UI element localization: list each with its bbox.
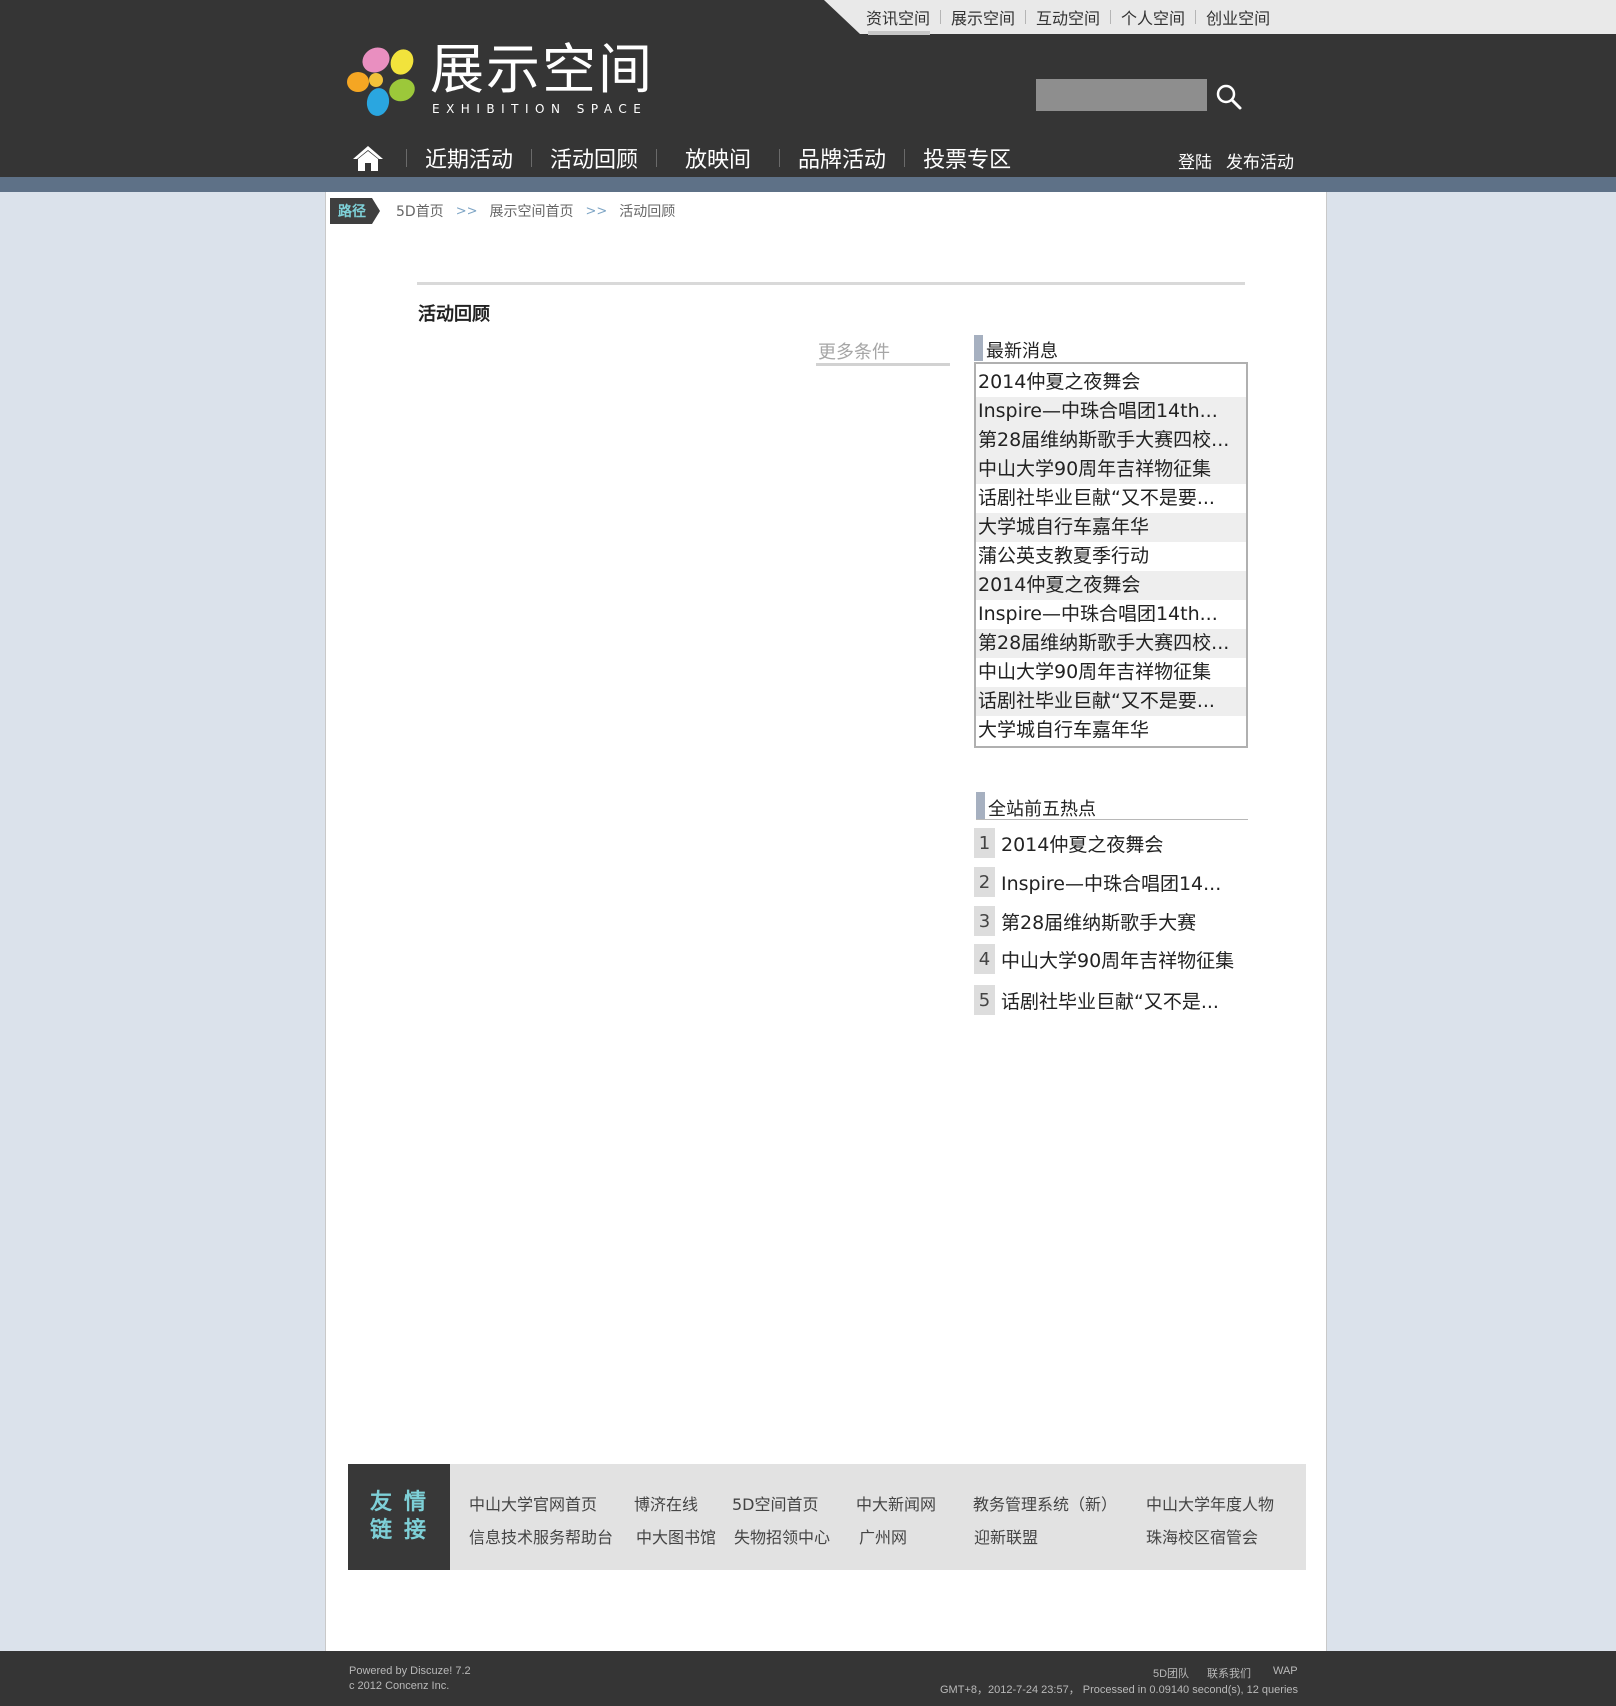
rank-number: 3 — [974, 906, 995, 936]
main-nav-item-screening[interactable]: 放映间 — [657, 142, 779, 174]
breadcrumb-current: 活动回顾 — [619, 204, 676, 220]
hot-item[interactable]: 2 Inspire—中珠合唱团14... — [974, 867, 1221, 897]
news-item[interactable]: 话剧社毕业巨献“又不是要... — [976, 484, 1246, 513]
user-links: 登陆 发布活动 — [1178, 148, 1294, 173]
header-stripe — [0, 177, 1616, 192]
powered-by-text: Powered by Discuze! 7.2 — [349, 1665, 471, 1677]
friend-link[interactable]: 中大新闻网 — [856, 1491, 936, 1515]
search-input[interactable] — [1036, 79, 1207, 111]
copyright-text: c 2012 Concenz Inc. — [349, 1680, 450, 1692]
news-item[interactable]: 大学城自行车嘉年华 — [976, 513, 1246, 542]
hot-item[interactable]: 3 第28届维纳斯歌手大赛 — [974, 906, 1196, 936]
news-item[interactable]: 大学城自行车嘉年华 — [976, 716, 1246, 745]
friend-link[interactable]: 博济在线 — [634, 1491, 698, 1515]
news-item[interactable]: 中山大学90周年吉祥物征集 — [976, 455, 1246, 484]
news-item[interactable]: 第28届维纳斯歌手大赛四校... — [976, 629, 1246, 658]
rank-number: 1 — [974, 828, 995, 858]
friend-links-tag-line: 友情 — [369, 1490, 438, 1515]
news-item[interactable]: 2014仲夏之夜舞会 — [976, 368, 1246, 397]
main-content: 路径 5D首页 >> 展示空间首页 >> 活动回顾 活动回顾 更多条件 最新消息… — [325, 192, 1327, 1651]
publish-activity-link[interactable]: 发布活动 — [1226, 148, 1294, 173]
friend-links-tag-line: 链接 — [369, 1518, 438, 1543]
rank-number: 4 — [974, 944, 995, 974]
main-nav-item-recent[interactable]: 近期活动 — [407, 142, 531, 174]
hot-item-title: 话剧社毕业巨献“又不是... — [1001, 990, 1219, 1013]
friend-link[interactable]: 广州网 — [859, 1524, 907, 1548]
breadcrumb-tag: 路径 — [330, 198, 380, 224]
news-item[interactable]: Inspire—中珠合唱团14th... — [976, 397, 1246, 426]
news-item[interactable]: 话剧社毕业巨献“又不是要... — [976, 687, 1246, 716]
news-item[interactable]: 蒲公英支教夏季行动 — [976, 542, 1246, 571]
top-five-header: 全站前五热点 — [976, 792, 1248, 820]
footer-link-team[interactable]: 5D团队 — [1153, 1665, 1189, 1681]
home-icon[interactable] — [352, 143, 386, 173]
rank-number: 2 — [974, 867, 995, 897]
news-item[interactable]: Inspire—中珠合唱团14th... — [976, 600, 1246, 629]
latest-news-list: 2014仲夏之夜舞会 Inspire—中珠合唱团14th... 第28届维纳斯歌… — [974, 362, 1248, 748]
site-footer: Powered by Discuze! 7.2 c 2012 Concenz I… — [0, 1651, 1616, 1706]
login-link[interactable]: 登陆 — [1178, 148, 1212, 173]
latest-news-title: 最新消息 — [986, 341, 1058, 362]
friend-link[interactable]: 中山大学官网首页 — [469, 1491, 597, 1515]
server-status-text: GMT+8，2012-7-24 23:57， Processed in 0.09… — [940, 1684, 1299, 1696]
top-nav-item-info[interactable]: 资讯空间 — [866, 5, 940, 35]
page-title: 活动回顾 — [418, 304, 490, 325]
friend-link[interactable]: 迎新联盟 — [974, 1524, 1038, 1548]
news-item[interactable]: 第28届维纳斯歌手大赛四校... — [976, 426, 1246, 455]
title-marker — [974, 335, 983, 361]
top-nav: 资讯空间 展示空间 互动空间 个人空间 创业空间 — [866, 4, 1280, 35]
friend-links-tag: 友情 链接 — [348, 1464, 450, 1570]
friend-link[interactable]: 失物招领中心 — [734, 1524, 830, 1548]
hot-item[interactable]: 4 中山大学90周年吉祥物征集 — [974, 944, 1234, 974]
search-icon[interactable] — [1214, 82, 1244, 112]
friend-link[interactable]: 中大图书馆 — [636, 1524, 716, 1548]
site-header: 资讯空间 展示空间 互动空间 个人空间 创业空间 展示空间 EXHIBITION… — [0, 0, 1616, 177]
top-nav-item-startup[interactable]: 创业空间 — [1196, 5, 1280, 29]
title-marker — [976, 792, 985, 819]
more-filter-button[interactable]: 更多条件 — [816, 338, 950, 366]
breadcrumb-item[interactable]: 5D首页 — [396, 201, 444, 221]
friend-link[interactable]: 教务管理系统（新） — [973, 1491, 1117, 1515]
hot-item[interactable]: 1 2014仲夏之夜舞会 — [974, 828, 1163, 858]
flower-logo-icon — [347, 47, 415, 116]
main-nav-item-review[interactable]: 活动回顾 — [532, 142, 656, 174]
hot-item-title: 2014仲夏之夜舞会 — [1001, 833, 1164, 856]
logo-title: 展示空间 — [430, 38, 654, 101]
top-five-title: 全站前五热点 — [988, 799, 1096, 820]
main-nav-item-vote[interactable]: 投票专区 — [905, 142, 1029, 174]
breadcrumb: 路径 5D首页 >> 展示空间首页 >> 活动回顾 — [330, 198, 675, 224]
news-item[interactable]: 中山大学90周年吉祥物征集 — [976, 658, 1246, 687]
main-nav: 近期活动 活动回顾 放映间 品牌活动 投票专区 — [352, 138, 1029, 178]
friend-link[interactable]: 中山大学年度人物 — [1146, 1491, 1274, 1515]
news-item[interactable]: 2014仲夏之夜舞会 — [976, 571, 1246, 600]
breadcrumb-separator: >> — [585, 203, 608, 219]
footer-link-contact[interactable]: 联系我们 — [1207, 1665, 1251, 1681]
hot-item[interactable]: 5 话剧社毕业巨献“又不是... — [974, 985, 1219, 1015]
hot-item-title: 中山大学90周年吉祥物征集 — [1001, 949, 1235, 972]
breadcrumb-item[interactable]: 展示空间首页 — [489, 201, 573, 221]
friend-link[interactable]: 珠海校区宿管会 — [1146, 1524, 1258, 1548]
section-divider — [417, 282, 1245, 285]
friend-link[interactable]: 5D空间首页 — [732, 1491, 819, 1515]
top-nav-item-interaction[interactable]: 互动空间 — [1026, 5, 1110, 29]
top-nav-item-personal[interactable]: 个人空间 — [1111, 5, 1195, 29]
hot-item-title: 第28届维纳斯歌手大赛 — [1001, 911, 1197, 934]
hot-item-title: Inspire—中珠合唱团14... — [1001, 872, 1222, 895]
logo-subtitle: EXHIBITION SPACE — [432, 102, 648, 116]
friend-links-panel: 友情 链接 中山大学官网首页 博济在线 5D空间首页 中大新闻网 教务管理系统（… — [348, 1464, 1306, 1570]
friend-link[interactable]: 信息技术服务帮助台 — [469, 1524, 613, 1548]
breadcrumb-separator: >> — [455, 203, 478, 219]
site-logo[interactable]: 展示空间 EXHIBITION SPACE — [346, 38, 652, 124]
latest-news-header: 最新消息 — [974, 335, 1248, 362]
main-nav-item-brand[interactable]: 品牌活动 — [780, 142, 904, 174]
top-nav-item-exhibition[interactable]: 展示空间 — [941, 5, 1025, 29]
footer-link-wap[interactable]: WAP — [1273, 1665, 1298, 1677]
rank-number: 5 — [974, 985, 995, 1015]
